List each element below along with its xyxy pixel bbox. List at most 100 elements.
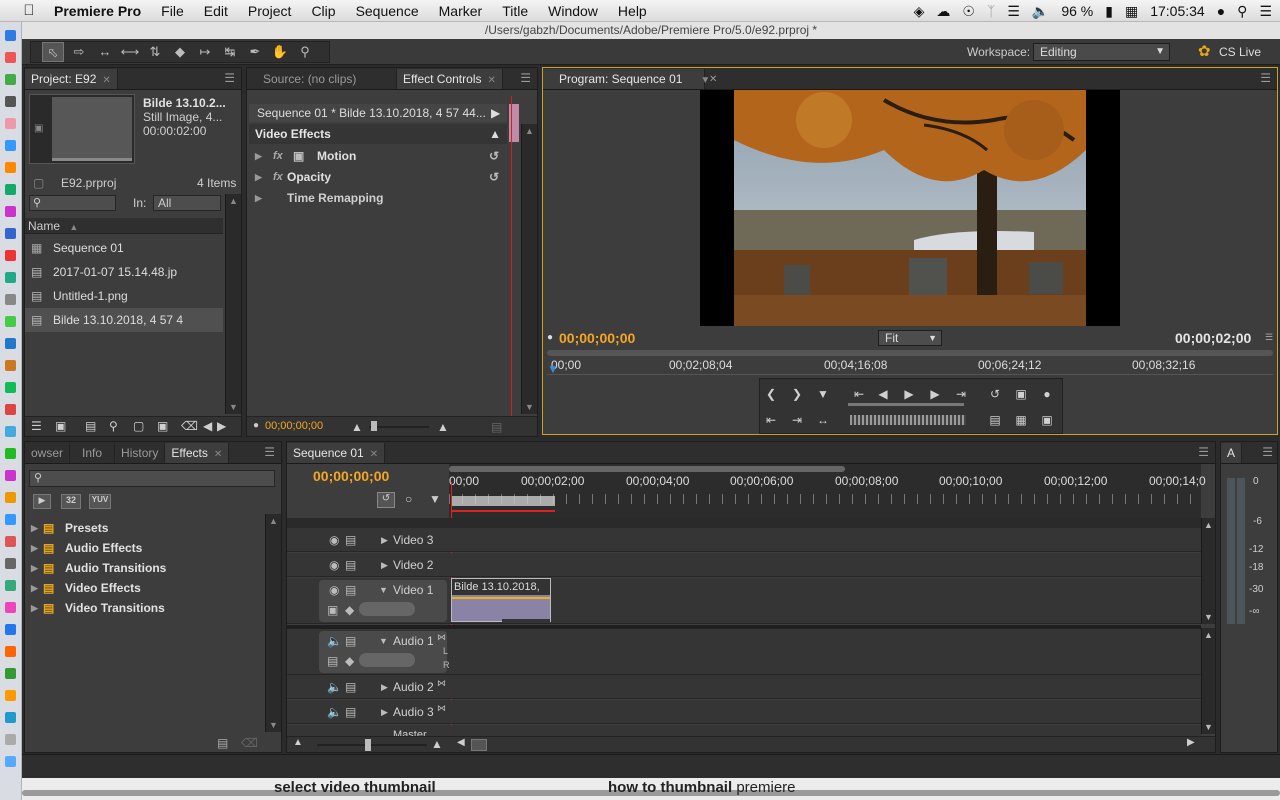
panel-menu-icon[interactable]: ☰: [1262, 445, 1273, 459]
32bit-effects-button[interactable]: 32: [61, 494, 81, 509]
dock-app-icon[interactable]: [5, 272, 16, 283]
dock-app-icon[interactable]: [5, 316, 16, 327]
notification-center-icon[interactable]: ☰: [1259, 3, 1272, 20]
rolling-edit-tool-icon[interactable]: ⟷: [119, 42, 141, 62]
icon-view-icon[interactable]: ▣: [55, 419, 66, 433]
keyframe-navigator[interactable]: [359, 653, 415, 667]
close-icon[interactable]: ✕: [487, 75, 495, 86]
step-forward-icon[interactable]: ▶: [924, 385, 946, 403]
ec-timecode[interactable]: 00;00;00;00: [265, 420, 323, 432]
dock-app-icon[interactable]: [5, 734, 16, 745]
shuttle-slider[interactable]: [848, 403, 964, 406]
menu-title[interactable]: Title: [492, 3, 538, 19]
dock-app-icon[interactable]: [5, 228, 16, 239]
video-frame[interactable]: [700, 90, 1120, 326]
new-custom-bin-icon[interactable]: ▤: [217, 736, 228, 750]
dock-app-icon[interactable]: [5, 448, 16, 459]
project-scrollbar[interactable]: ▲ ▼: [225, 194, 241, 414]
panel-menu-icon[interactable]: ☰: [264, 445, 275, 459]
expand-triangle-icon[interactable]: ▶: [381, 700, 388, 724]
project-item-selected[interactable]: ▤ Bilde 13.10.2018, 4 57 4: [25, 308, 223, 332]
effects-folder-presets[interactable]: ▶ ▤ Presets: [25, 518, 265, 538]
dock-app-icon[interactable]: [5, 404, 16, 415]
track-video-2[interactable]: ◉ ▤ ▶ Video 2: [287, 553, 1201, 577]
set-marker-icon[interactable]: ▼: [429, 492, 441, 506]
scroll-up-icon[interactable]: ▲: [269, 516, 278, 526]
menu-sequence[interactable]: Sequence: [346, 3, 429, 19]
expand-triangle-icon[interactable]: ▶: [255, 188, 262, 208]
snap-icon[interactable]: ↺: [377, 492, 395, 508]
keyframe-navigator[interactable]: [359, 602, 415, 616]
scroll-up-icon[interactable]: ▲: [229, 196, 238, 206]
calendar-icon[interactable]: ▦: [1125, 3, 1138, 20]
scroll-down-icon[interactable]: ▼: [1204, 612, 1213, 622]
track-audio-3[interactable]: 🔈 ▤ ▶ Audio 3 ⋈: [287, 700, 1201, 724]
export-frame-icon[interactable]: ▣: [1036, 411, 1058, 429]
dock-app-icon[interactable]: [5, 580, 16, 591]
menu-clip[interactable]: Clip: [301, 3, 345, 19]
zoom-out-icon[interactable]: ▲: [351, 420, 363, 434]
new-item-icon[interactable]: ▣: [157, 419, 168, 433]
dock-app-icon[interactable]: [5, 74, 16, 85]
dock-app-icon[interactable]: [5, 30, 16, 41]
project-search-input[interactable]: ⚲: [29, 195, 116, 211]
set-marker-icon[interactable]: ▼: [812, 385, 834, 403]
loop-icon[interactable]: ↺: [984, 385, 1006, 403]
selection-tool-icon[interactable]: ⬁: [42, 42, 64, 62]
dock-app-icon[interactable]: [5, 140, 16, 151]
dock-app-icon[interactable]: [5, 360, 16, 371]
track-video-3[interactable]: ◉ ▤ ▶ Video 3: [287, 528, 1201, 552]
dock-app-icon[interactable]: [5, 690, 16, 701]
find-icon[interactable]: ⚲: [109, 419, 118, 433]
speaker-icon[interactable]: 🔈: [327, 700, 342, 724]
tab-program[interactable]: Program: Sequence 01 ▼: [543, 69, 710, 89]
poster-frame-icon[interactable]: ▣: [34, 123, 43, 134]
play-in-to-out-icon[interactable]: ↔: [812, 411, 834, 429]
slide-tool-icon[interactable]: ↹: [219, 42, 241, 62]
apple-icon[interactable]: : [14, 2, 44, 19]
delete-icon[interactable]: ⌫: [241, 736, 258, 750]
export-icon[interactable]: ▤: [491, 420, 502, 434]
timeline-clip[interactable]: Bilde 13.10.2018,: [451, 578, 551, 622]
tab-info[interactable]: Info: [70, 443, 116, 463]
effect-opacity[interactable]: ▶ fx Opacity ↺: [249, 167, 507, 187]
razor-tool-icon[interactable]: ◆: [169, 42, 191, 62]
expand-triangle-icon[interactable]: ▶: [31, 558, 38, 578]
expand-triangle-icon[interactable]: ▶: [381, 528, 388, 552]
wifi-icon[interactable]: ☰: [1007, 3, 1020, 20]
close-icon[interactable]: ✕: [214, 449, 222, 460]
new-bin-icon[interactable]: ▢: [133, 419, 144, 433]
reset-icon[interactable]: ↺: [489, 146, 499, 166]
ec-scrollbar[interactable]: ▲ ▼: [521, 124, 537, 414]
tab-effect-controls[interactable]: Effect Controls ✕: [397, 69, 503, 89]
expand-triangle-icon[interactable]: ▶: [381, 675, 388, 699]
dock-app-icon[interactable]: [5, 470, 16, 481]
mark-out-icon[interactable]: ❯: [786, 385, 808, 403]
bluetooth-icon[interactable]: ᛉ: [987, 3, 995, 19]
keyframe-icon[interactable]: ◆: [345, 598, 354, 622]
effects-folder-audio-effects[interactable]: ▶ ▤ Audio Effects: [25, 538, 265, 558]
go-to-out-icon[interactable]: ⇥: [950, 385, 972, 403]
menu-app-name[interactable]: Premiere Pro: [44, 3, 151, 19]
eye-icon[interactable]: ◉: [329, 553, 339, 577]
dock-app-icon[interactable]: [5, 294, 16, 305]
tab-effects[interactable]: Effects ✕: [165, 443, 230, 463]
go-to-previous-edit-icon[interactable]: ⇤: [760, 411, 782, 429]
play-icon[interactable]: ▶: [898, 385, 920, 403]
battery-percent[interactable]: 96 %: [1061, 3, 1093, 19]
reset-icon[interactable]: ↺: [489, 167, 499, 187]
keyframe-icon[interactable]: ◆: [345, 649, 354, 673]
effects-folder-video-transitions[interactable]: ▶ ▤ Video Transitions: [25, 598, 265, 618]
tab-media-browser[interactable]: owser: [25, 443, 71, 463]
lock-icon[interactable]: ▤: [345, 528, 356, 552]
menu-edit[interactable]: Edit: [194, 3, 238, 19]
work-area-region[interactable]: [451, 496, 555, 506]
dock-app-icon[interactable]: [5, 206, 16, 217]
jog-wheel[interactable]: [850, 415, 966, 425]
eye-icon[interactable]: ◉: [329, 528, 339, 552]
transform-icon[interactable]: ▣: [293, 146, 304, 166]
panel-menu-icon[interactable]: ☰: [1260, 71, 1271, 85]
slip-tool-icon[interactable]: ↦: [194, 42, 216, 62]
spotlight-icon[interactable]: ⚲: [1237, 3, 1247, 20]
dock-app-icon[interactable]: [5, 536, 16, 547]
